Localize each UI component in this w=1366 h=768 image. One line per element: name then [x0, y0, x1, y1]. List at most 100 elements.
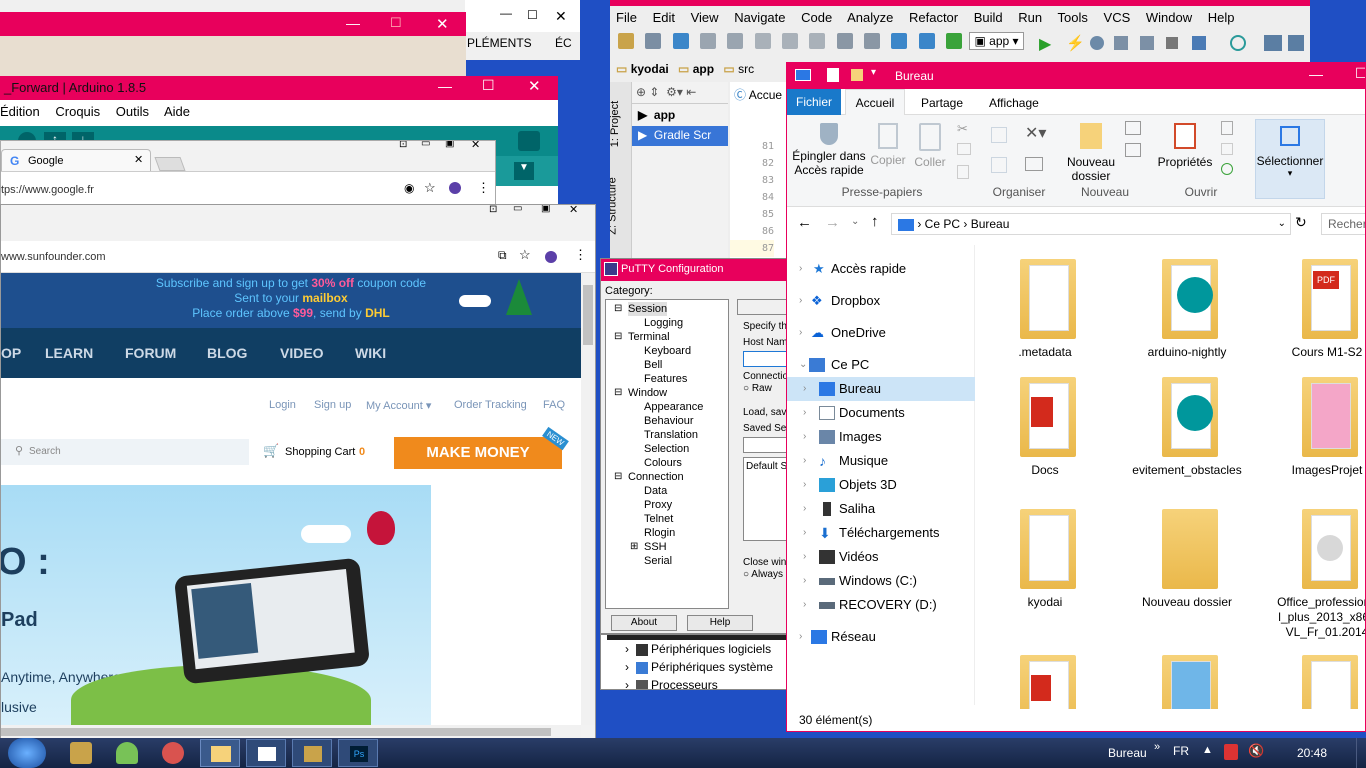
tree-ssh[interactable]: ⊞ SSH: [606, 540, 728, 554]
copy-path-icon[interactable]: [957, 143, 971, 155]
tree-item-app[interactable]: ▶ app: [632, 106, 728, 126]
menu-icon[interactable]: ⋮: [477, 180, 490, 196]
nav-learn[interactable]: LEARN: [45, 345, 93, 361]
browser-tab[interactable]: G Google ✕: [1, 149, 151, 171]
save-icon[interactable]: [645, 33, 662, 49]
promo-banner[interactable]: Subscribe and sign up to get 30% off cou…: [1, 273, 581, 328]
my-account-link[interactable]: My Account ▾: [366, 399, 431, 412]
folder-item[interactable]: Nouveau dossier: [1127, 509, 1247, 627]
window-tab-ec[interactable]: ÉC: [555, 36, 572, 50]
show-desktop-button[interactable]: [1356, 738, 1366, 768]
profile-icon[interactable]: [1114, 36, 1128, 50]
delete-icon[interactable]: ✕▾: [1025, 123, 1046, 143]
login-link[interactable]: Login: [269, 399, 296, 411]
nav-recovery-d[interactable]: › RECOVERY (D:): [787, 593, 975, 617]
show-hidden-icons[interactable]: ▲: [1202, 744, 1213, 756]
history-icon[interactable]: [1221, 163, 1233, 175]
address-dropdown-icon[interactable]: ⌄: [1278, 214, 1286, 234]
tree-features[interactable]: Features: [606, 372, 728, 386]
folder-item[interactable]: arduino-nightly: [1127, 259, 1247, 377]
maximize-icon[interactable]: ☐: [482, 77, 495, 94]
properties-icon[interactable]: [827, 68, 839, 82]
taskbar-app-vpn[interactable]: [162, 742, 184, 764]
tab-dropdown[interactable]: ▼: [514, 162, 534, 180]
maximize-icon[interactable]: ▣: [445, 141, 454, 149]
nav-images[interactable]: › Images: [787, 425, 975, 449]
menu-build[interactable]: Build: [974, 10, 1003, 25]
taskbar-app-explorer[interactable]: [200, 739, 240, 767]
minimize-icon[interactable]: —: [500, 6, 512, 20]
nav-videos[interactable]: › Vidéos: [787, 545, 975, 569]
up-icon[interactable]: ↑: [871, 213, 879, 230]
cut-icon[interactable]: ✂: [957, 121, 968, 137]
run-config-select[interactable]: ▣ app ▾: [969, 32, 1024, 50]
close-icon[interactable]: ✕: [528, 77, 541, 95]
cart-icon[interactable]: 🛒: [263, 443, 279, 459]
menu-refactor[interactable]: Refactor: [909, 10, 958, 25]
volume-muted-icon[interactable]: 🔇: [1248, 743, 1264, 759]
new-tab-button[interactable]: [154, 157, 186, 171]
device-explorer-icon[interactable]: [1264, 35, 1282, 51]
start-button[interactable]: [8, 738, 46, 768]
properties-button[interactable]: Propriétés: [1155, 123, 1215, 169]
tab-partage[interactable]: Partage: [921, 96, 963, 110]
tab-accueil[interactable]: Accueil: [845, 89, 905, 116]
tree-item-gradle[interactable]: ▶ Gradle Scr: [632, 126, 728, 146]
nav-shop[interactable]: OP: [1, 345, 21, 361]
avd-manager-icon[interactable]: [1192, 36, 1206, 50]
tree-translation[interactable]: Translation: [606, 428, 728, 442]
signup-link[interactable]: Sign up: [314, 399, 351, 411]
nav-onedrive[interactable]: › ☁ OneDrive: [787, 321, 975, 345]
menu-croquis[interactable]: Croquis: [55, 104, 100, 119]
tree-window[interactable]: ⊟ Window: [606, 386, 728, 400]
address-bar[interactable]: › Ce PC › Bureau ⌄: [891, 213, 1291, 235]
refresh-icon[interactable]: ↻: [1295, 214, 1307, 231]
location-icon[interactable]: ◉: [404, 181, 414, 195]
close-icon[interactable]: ✕: [555, 8, 567, 25]
make-money-button[interactable]: MAKE MONEY: [394, 437, 562, 469]
nav-dropbox[interactable]: › ❖ Dropbox: [787, 289, 975, 313]
menu-tools[interactable]: Tools: [1058, 10, 1088, 25]
faq-link[interactable]: FAQ: [543, 399, 565, 411]
minimize-icon[interactable]: —: [1309, 66, 1323, 82]
project-tool-tab[interactable]: 1: Project: [610, 101, 621, 147]
extension-icon[interactable]: [449, 182, 461, 194]
menu-file[interactable]: File: [616, 10, 637, 25]
tree-rlogin[interactable]: Rlogin: [606, 526, 728, 540]
tree-session[interactable]: ⊟ Session: [606, 302, 728, 316]
folder-item[interactable]: [1127, 655, 1247, 709]
edit-icon[interactable]: [1221, 143, 1233, 155]
back-icon[interactable]: [891, 33, 908, 49]
menu-edition[interactable]: Édition: [0, 104, 40, 119]
order-tracking-link[interactable]: Order Tracking: [454, 399, 527, 411]
breadcrumb-kyodai[interactable]: kyodai: [631, 62, 669, 76]
layout-inspector-icon[interactable]: [1288, 35, 1304, 51]
nav-forum[interactable]: FORUM: [125, 345, 176, 361]
breadcrumb-app[interactable]: app: [693, 62, 714, 76]
tab-affichage[interactable]: Affichage: [989, 96, 1039, 110]
move-to-icon[interactable]: [991, 127, 1007, 143]
about-button[interactable]: About: [611, 615, 677, 631]
search-box[interactable]: ⚲ Search: [1, 439, 249, 465]
tree-telnet[interactable]: Telnet: [606, 512, 728, 526]
copy-to-icon[interactable]: [991, 157, 1007, 173]
toolbar-location[interactable]: Bureau: [1108, 746, 1147, 760]
new-item-icon[interactable]: [1125, 121, 1141, 135]
run-icon[interactable]: ▶: [1039, 34, 1051, 54]
open-icon[interactable]: [618, 33, 634, 49]
device-category[interactable]: › Périphériques système: [625, 660, 773, 674]
nav-saliha[interactable]: › Saliha: [787, 497, 975, 521]
hero-banner[interactable]: O : Pad Anytime, Anywhere. lusive: [1, 485, 431, 725]
clock[interactable]: 20:48: [1297, 746, 1327, 760]
search-input[interactable]: Recher: [1321, 213, 1365, 235]
nav-telechargements[interactable]: › ⬇ Téléchargements: [787, 521, 975, 545]
sync-icon[interactable]: ⊕: [636, 85, 646, 99]
device-category[interactable]: › Processeurs: [625, 678, 718, 689]
folder-item[interactable]: [985, 655, 1105, 709]
copy-button[interactable]: Copier: [869, 123, 907, 167]
maximize-icon[interactable]: ☐: [390, 15, 402, 31]
taskbar-app-photoshop[interactable]: Ps: [338, 739, 378, 767]
apply-changes-icon[interactable]: ⚡: [1066, 34, 1085, 52]
address-bar[interactable]: tps://www.google.fr: [1, 184, 94, 196]
menu-window[interactable]: Window: [1146, 10, 1192, 25]
